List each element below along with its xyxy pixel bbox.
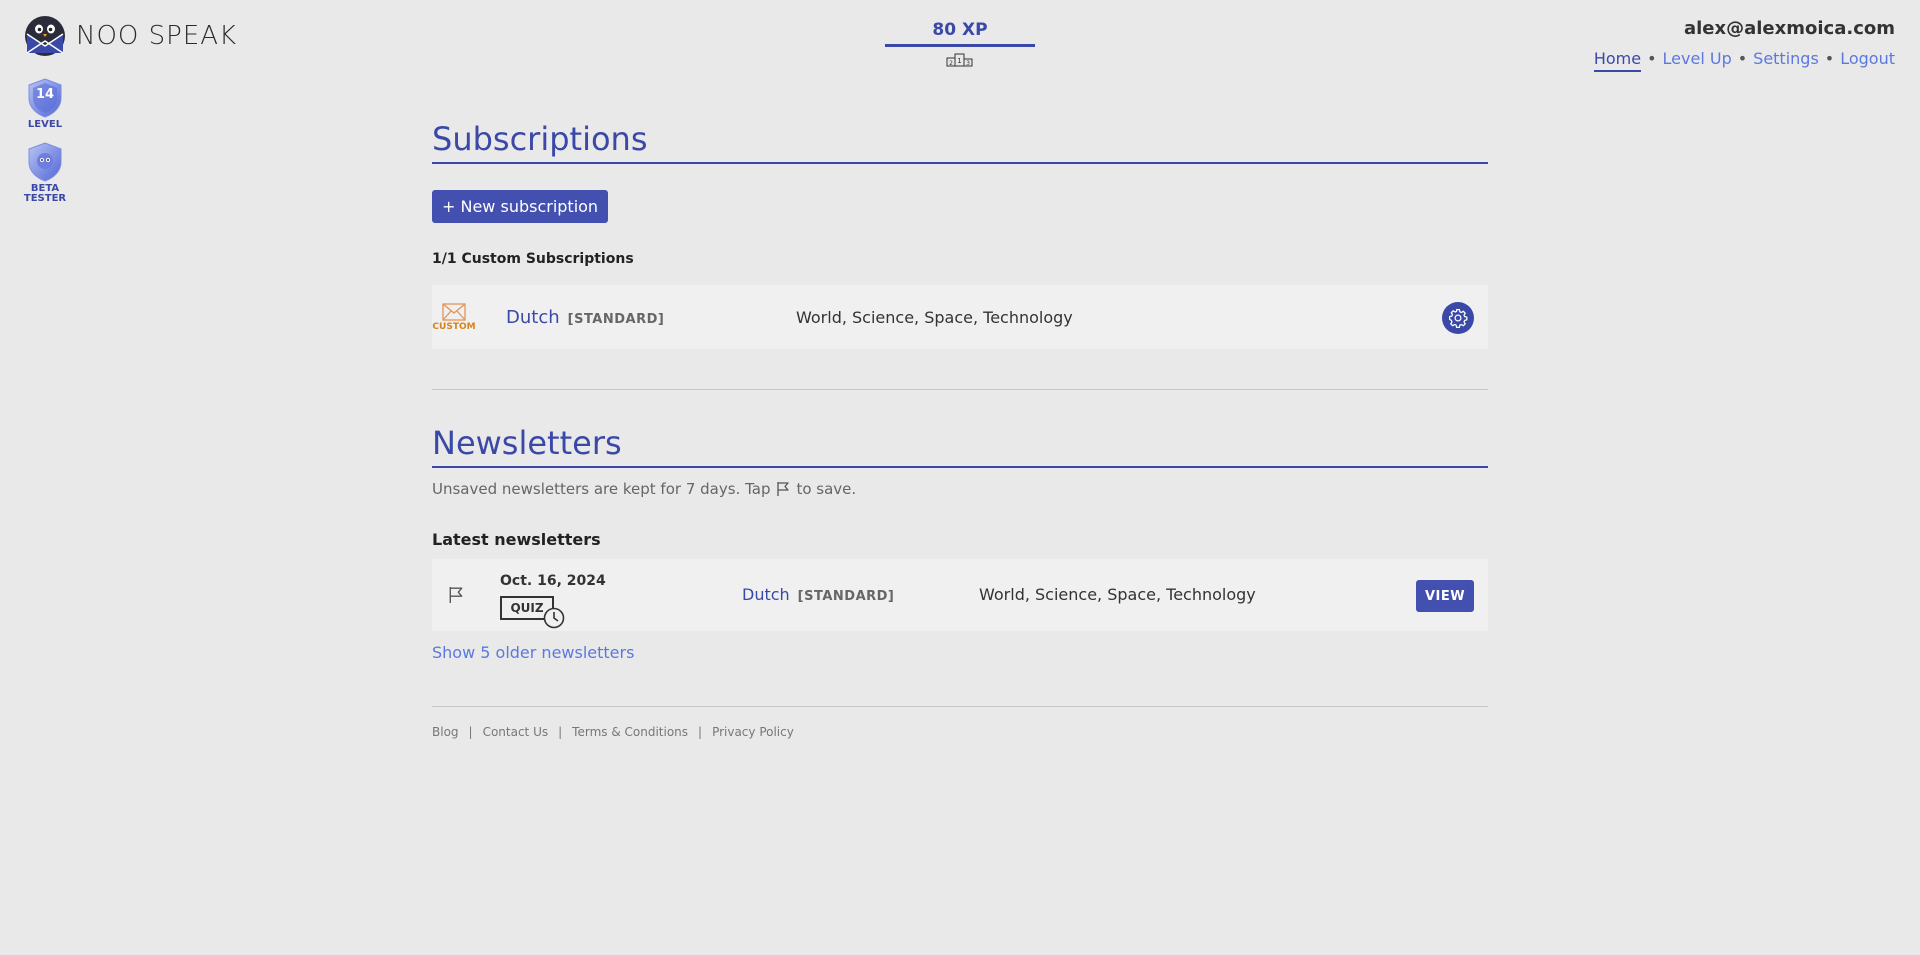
subscription-topics: World, Science, Space, Technology <box>796 307 1073 327</box>
show-older-newsletters-link[interactable]: Show 5 older newsletters <box>432 643 1488 662</box>
penguin-mail-icon <box>25 16 65 56</box>
beta-tester-label: BETA TESTER <box>23 183 67 204</box>
flag-icon <box>449 587 463 603</box>
new-subscription-button[interactable]: + New subscription <box>432 190 609 223</box>
xp-indicator[interactable]: 80 XP 1 2 3 <box>885 20 1035 67</box>
subscription-settings-button[interactable] <box>1442 302 1474 334</box>
level-badge[interactable]: 14 LEVEL <box>20 78 70 130</box>
newsletter-language[interactable]: Dutch [STANDARD] <box>742 585 894 604</box>
save-note: Unsaved newsletters are kept for 7 days.… <box>432 480 857 498</box>
level-label: LEVEL <box>27 119 63 130</box>
footer-privacy-link[interactable]: Privacy Policy <box>712 725 794 739</box>
account-area: alex@alexmoica.com Home • Level Up • Setting… <box>1593 18 1895 72</box>
podium-icon: 1 2 3 <box>946 53 973 67</box>
level-number: 14 <box>35 87 55 102</box>
footer-contact-link[interactable]: Contact Us <box>483 725 549 739</box>
footer-divider <box>432 706 1488 707</box>
newsletter-date: Oct. 16, 2024 <box>500 573 606 589</box>
xp-value: 80 XP <box>885 20 1035 47</box>
account-nav: Home • Level Up • Settings • Logout <box>1593 49 1895 72</box>
latest-newsletters-title: Latest newsletters <box>432 530 601 549</box>
newsletters-title: Newsletters <box>432 424 1488 468</box>
newsletter-row: Oct. 16, 2024 QUIZ Dutch [STANDARD] World… <box>432 559 1488 631</box>
level-tag: [STANDARD] <box>567 311 665 327</box>
clock-icon <box>543 607 565 633</box>
gear-icon <box>1449 309 1468 328</box>
svg-text:3: 3 <box>966 60 970 67</box>
nav-level-up[interactable]: Level Up <box>1663 49 1732 68</box>
account-email: alex@alexmoica.com <box>1683 18 1895 39</box>
save-flag-button[interactable] <box>448 585 464 609</box>
flag-icon <box>777 482 790 496</box>
subscriptions-title: Subscriptions <box>432 120 1488 164</box>
section-divider <box>432 389 1488 390</box>
view-newsletter-button[interactable]: VIEW <box>1416 580 1474 612</box>
subscription-count: 1/1 Custom Subscriptions <box>432 251 634 267</box>
nav-logout[interactable]: Logout <box>1840 49 1895 68</box>
custom-badge: CUSTOM <box>432 302 476 332</box>
footer: Blog | Contact Us | Terms & Conditions |… <box>432 725 794 739</box>
footer-terms-link[interactable]: Terms & Conditions <box>572 725 688 739</box>
beta-shield-icon <box>28 142 62 182</box>
nav-home[interactable]: Home <box>1593 49 1642 72</box>
custom-label: CUSTOM <box>432 321 476 332</box>
footer-blog-link[interactable]: Blog <box>432 725 459 739</box>
svg-text:2: 2 <box>949 60 953 67</box>
brand-name: NOO SPEAK <box>76 21 238 51</box>
subscription-language[interactable]: Dutch [STANDARD] <box>506 307 664 328</box>
level-tag: [STANDARD] <box>797 589 895 604</box>
beta-tester-badge[interactable]: BETA TESTER <box>20 142 70 204</box>
nav-settings[interactable]: Settings <box>1753 49 1819 68</box>
achievement-badges: 14 LEVEL BETA TESTER <box>20 78 70 216</box>
svg-text:1: 1 <box>957 57 961 65</box>
envelope-icon <box>442 302 466 321</box>
subscription-row[interactable]: CUSTOM Dutch [STANDARD] World, Science, S… <box>432 285 1488 349</box>
newsletter-topics: World, Science, Space, Technology <box>979 585 1256 604</box>
main-content: Subscriptions + New subscription 1/1 Cus… <box>432 120 1488 739</box>
brand-logo[interactable]: NOO SPEAK <box>24 15 237 57</box>
